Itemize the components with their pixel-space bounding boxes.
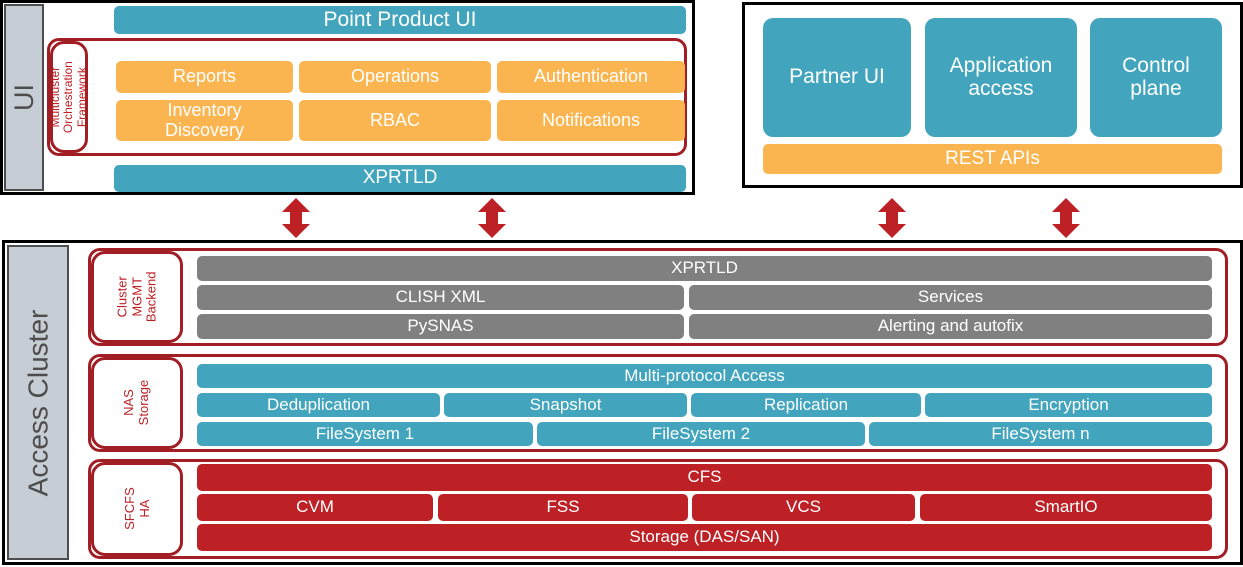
nas-row-filesystem-n[interactable]: FileSystem n (869, 422, 1212, 446)
nas-storage-label: NAS Storage (121, 380, 151, 426)
sfcfs-row-fss[interactable]: FSS (438, 494, 688, 521)
cluster-row-alerting-autofix[interactable]: Alerting and autofix (689, 314, 1212, 339)
access-cluster-side-label: Access Cluster (7, 245, 69, 560)
connector-arrow-2 (478, 198, 506, 238)
cluster-mgmt-backend-label: Cluster MGMT Backend (114, 271, 159, 323)
multicluster-framework-label: Multicluster Orchestration Framework (47, 60, 89, 134)
module-reports[interactable]: Reports (116, 61, 293, 93)
module-notifications[interactable]: Notifications (497, 100, 685, 141)
cluster-row-clish-xml[interactable]: CLISH XML (197, 285, 684, 310)
access-cluster-side-label-text: Access Cluster (22, 309, 53, 496)
nas-row-multiprotocol-access[interactable]: Multi-protocol Access (197, 364, 1212, 388)
connector-arrow-1 (282, 198, 310, 238)
ui-side-label: UI (4, 4, 44, 191)
rest-apis-bar[interactable]: REST APIs (763, 144, 1222, 174)
sfcfs-row-cvm[interactable]: CVM (197, 494, 433, 521)
point-product-ui-bar[interactable]: Point Product UI (114, 6, 686, 34)
multicluster-framework-tab: Multicluster Orchestration Framework (47, 41, 89, 153)
application-access-card[interactable]: Application access (925, 18, 1077, 137)
control-plane-card[interactable]: Control plane (1090, 18, 1222, 137)
sfcfs-ha-tab: SFCFS HA (91, 462, 183, 556)
module-operations[interactable]: Operations (299, 61, 491, 93)
nas-row-replication[interactable]: Replication (691, 393, 921, 417)
sfcfs-ha-label: SFCFS HA (121, 487, 151, 531)
connector-arrow-4 (1052, 198, 1080, 238)
nas-row-filesystem-1[interactable]: FileSystem 1 (197, 422, 533, 446)
module-rbac[interactable]: RBAC (299, 100, 491, 141)
nas-row-encryption[interactable]: Encryption (925, 393, 1212, 417)
ui-side-label-text: UI (8, 84, 39, 111)
cluster-row-xprtld[interactable]: XPRTLD (197, 256, 1212, 281)
connector-arrow-3 (878, 198, 906, 238)
sfcfs-row-smartio[interactable]: SmartIO (920, 494, 1212, 521)
xprtld-ui-bar[interactable]: XPRTLD (114, 165, 686, 192)
cluster-mgmt-backend-tab: Cluster MGMT Backend (91, 251, 183, 343)
cluster-row-pysnas[interactable]: PySNAS (197, 314, 684, 339)
nas-storage-tab: NAS Storage (91, 357, 183, 449)
nas-row-deduplication[interactable]: Deduplication (197, 393, 440, 417)
module-inventory-discovery[interactable]: Inventory Discovery (116, 100, 293, 141)
module-authentication[interactable]: Authentication (497, 61, 685, 93)
nas-row-filesystem-2[interactable]: FileSystem 2 (537, 422, 865, 446)
sfcfs-row-storage[interactable]: Storage (DAS/SAN) (197, 524, 1212, 551)
partner-ui-card[interactable]: Partner UI (763, 18, 911, 137)
nas-row-snapshot[interactable]: Snapshot (444, 393, 687, 417)
cluster-row-services[interactable]: Services (689, 285, 1212, 310)
architecture-diagram: UI Point Product UI Multicluster Orchest… (0, 0, 1243, 567)
sfcfs-row-cfs[interactable]: CFS (197, 464, 1212, 491)
sfcfs-row-vcs[interactable]: VCS (692, 494, 915, 521)
